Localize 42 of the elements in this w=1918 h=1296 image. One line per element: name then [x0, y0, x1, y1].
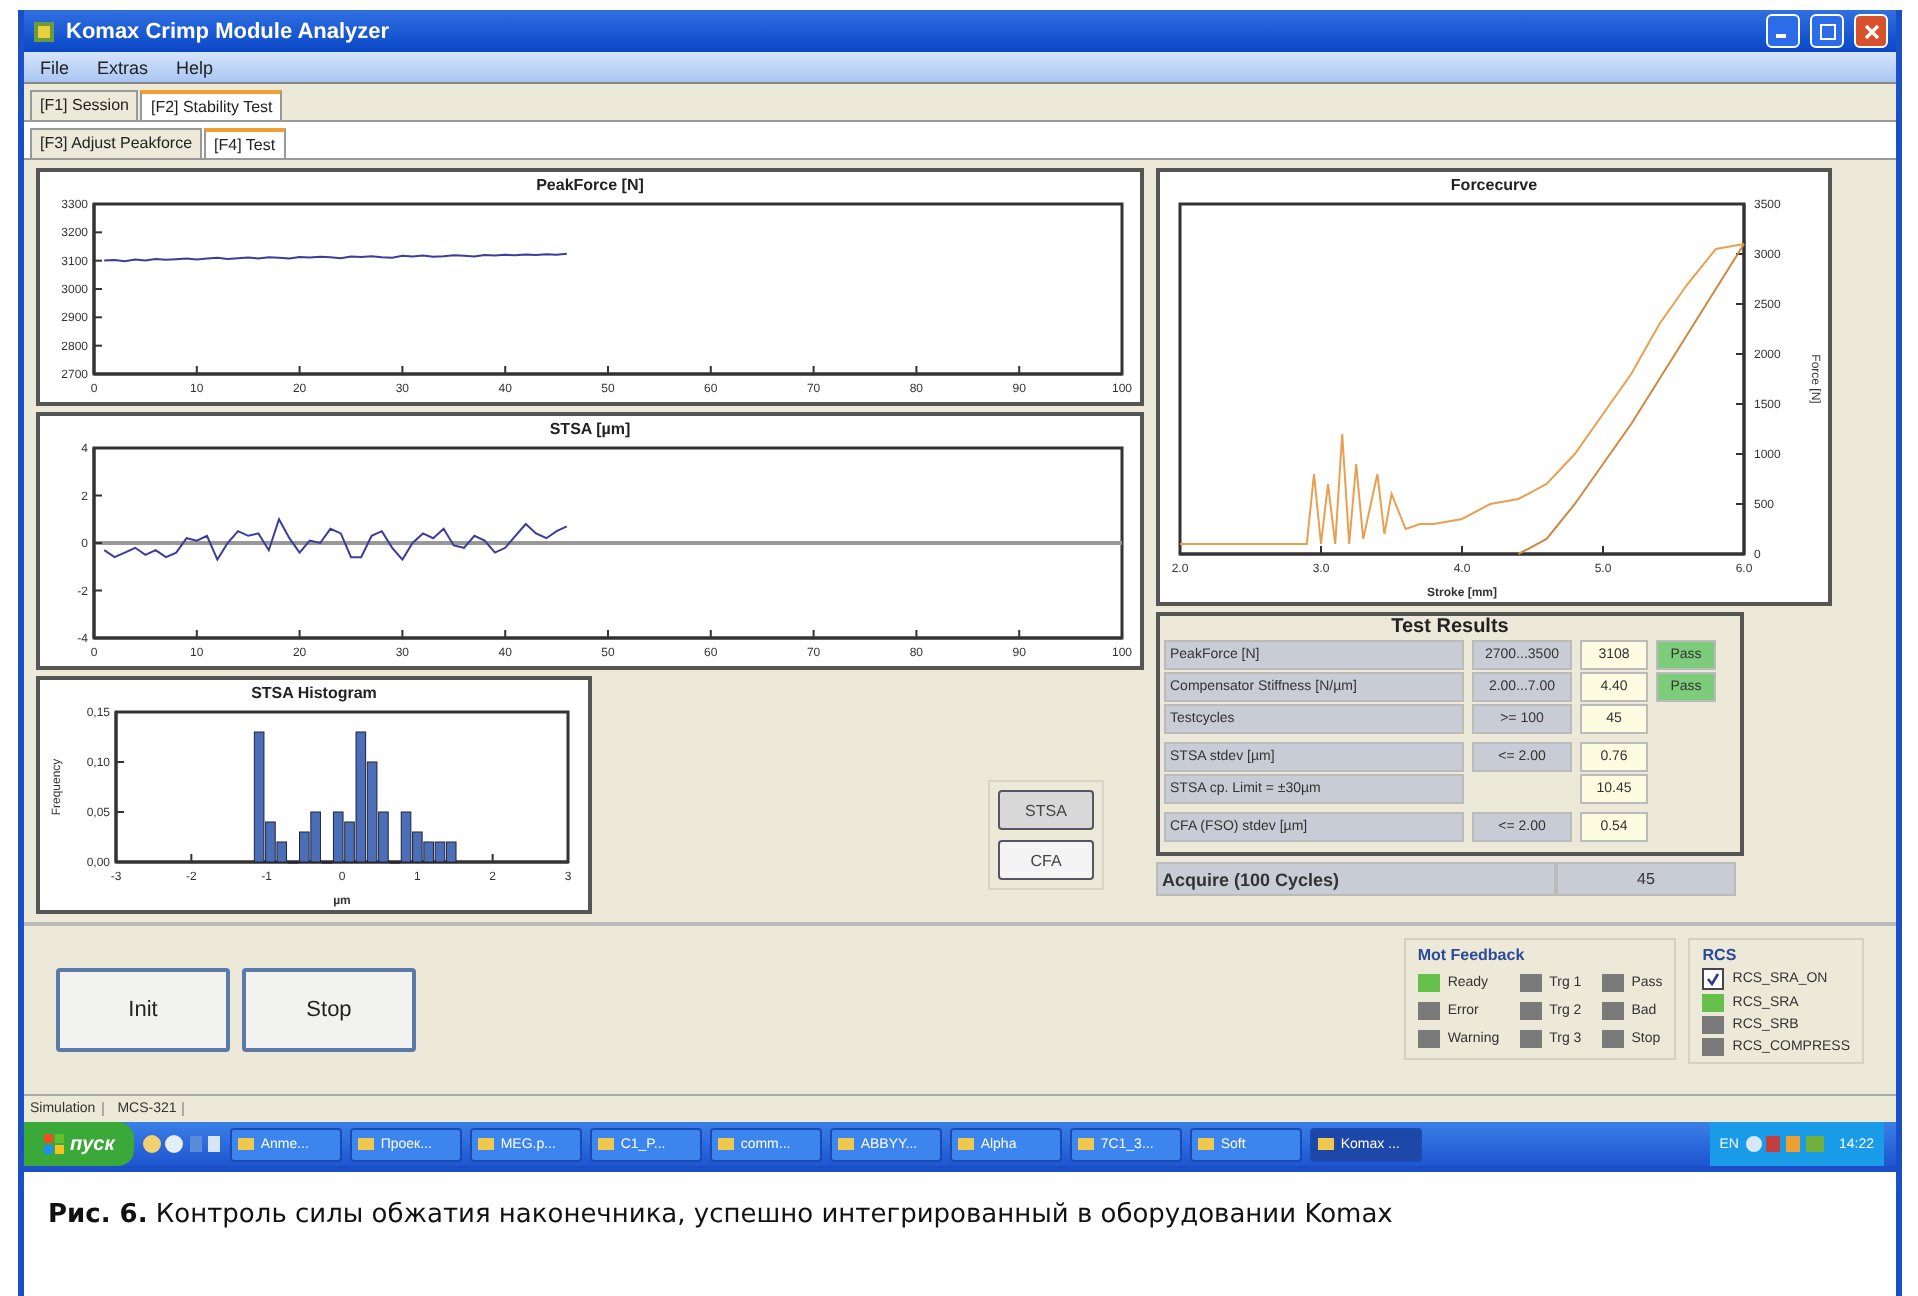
tab[interactable]: [F2] Stability Test — [140, 90, 283, 120]
group-title: RCS — [1702, 946, 1739, 964]
menu-item[interactable]: Help — [176, 57, 214, 77]
maximize-button[interactable] — [1810, 14, 1844, 48]
chart-title: STSA Histogram — [251, 684, 377, 702]
action-button[interactable]: Stop — [242, 968, 416, 1052]
menu-item[interactable]: Extras — [97, 57, 149, 77]
tab[interactable]: [F3] Adjust Peakforce — [30, 128, 203, 158]
minimize-button[interactable] — [1766, 14, 1800, 48]
maximize-icon — [1819, 23, 1835, 39]
quick-launch-icon — [142, 1132, 223, 1156]
view-button[interactable]: STSA — [998, 790, 1094, 830]
view-button[interactable]: CFA — [998, 840, 1094, 880]
app-icon — [32, 19, 56, 43]
menu-item[interactable]: File — [40, 57, 70, 77]
program-icon — [598, 1136, 615, 1152]
group-title: Mot Feedback — [1417, 946, 1527, 964]
tab[interactable]: [F4] Test — [204, 128, 286, 158]
program-icon — [1078, 1136, 1095, 1152]
chart-title: Forcecurve — [1450, 176, 1538, 194]
checkbox[interactable] — [1702, 968, 1725, 990]
program-icon — [958, 1136, 975, 1152]
acquire-value: 45 — [1556, 862, 1736, 896]
program-icon — [238, 1136, 255, 1152]
window-title: Komax Crimp Module Analyzer — [66, 19, 392, 43]
chart-title: STSA [µm] — [549, 420, 631, 438]
acquire-label: Acquire (100 Cycles) — [1156, 862, 1556, 896]
program-icon — [718, 1136, 735, 1152]
program-icon — [478, 1136, 495, 1152]
results-title: Test Results — [1389, 616, 1511, 638]
close-button[interactable] — [1854, 14, 1888, 48]
program-icon — [1198, 1136, 1215, 1152]
check-icon — [1706, 972, 1721, 986]
program-icon — [1318, 1136, 1335, 1152]
figure-caption: Рис. 6. Контроль силы обжатия наконечника, успешно интегрированный в оборудовании Komax — [48, 1200, 1395, 1230]
program-icon — [838, 1136, 855, 1152]
chart-title: PeakForce [N] — [536, 176, 644, 194]
tab[interactable]: [F1] Session — [30, 90, 139, 120]
close-icon — [1863, 23, 1879, 39]
action-button[interactable]: Init — [56, 968, 230, 1052]
program-icon — [358, 1136, 375, 1152]
windows-logo-icon — [44, 1134, 64, 1154]
